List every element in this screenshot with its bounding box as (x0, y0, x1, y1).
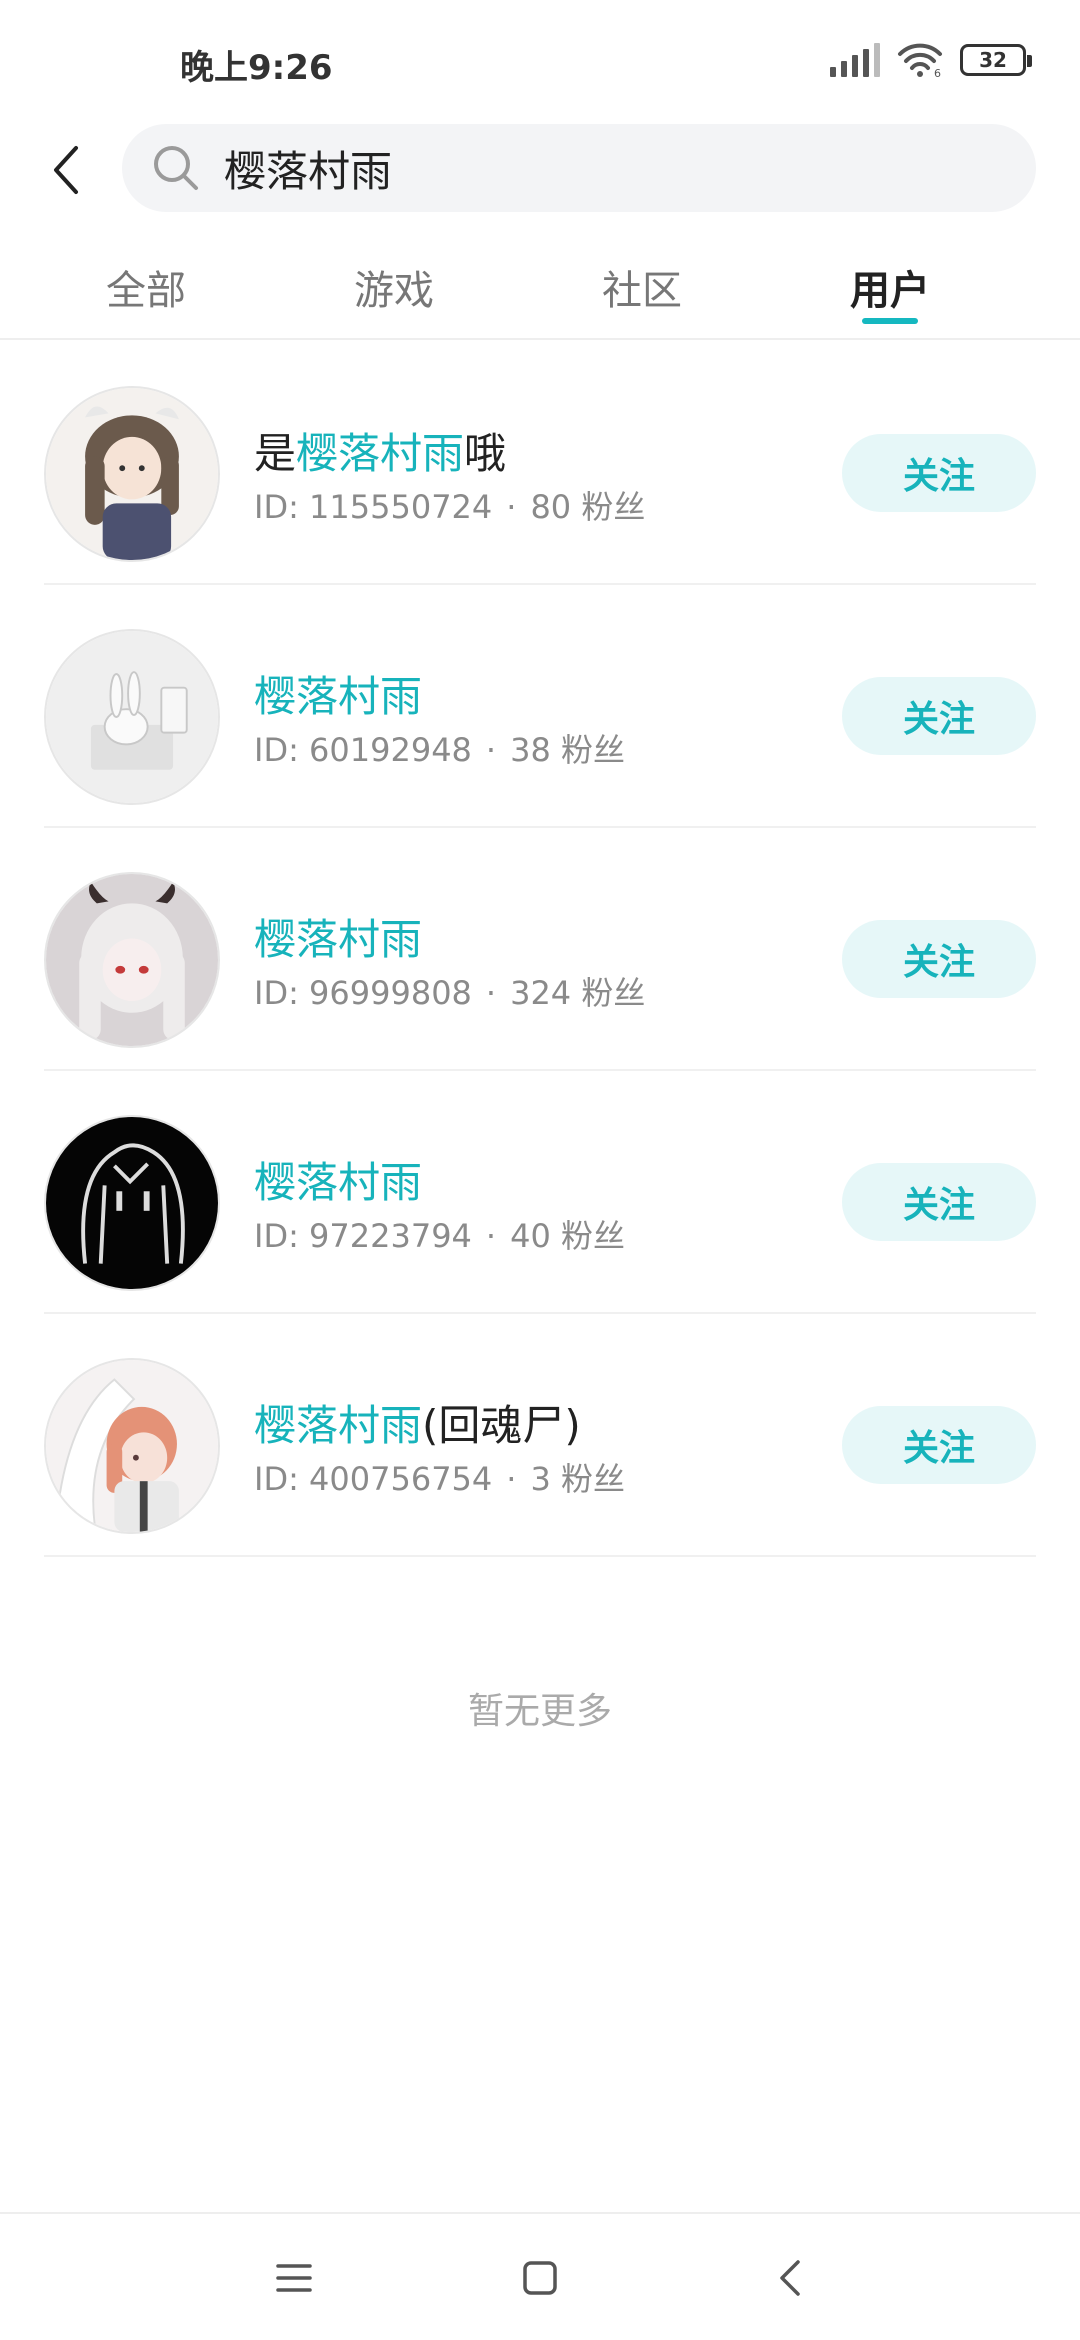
follow-button[interactable]: 关注 (842, 920, 1036, 998)
user-name[interactable]: 樱落村雨 (254, 663, 422, 724)
status-time: 晚上9:26 (180, 48, 333, 88)
user-meta: ID: 60192948 · 38 粉丝 (254, 731, 625, 769)
avatar[interactable] (44, 629, 220, 805)
user-meta: ID: 115550724 · 80 粉丝 (254, 488, 646, 526)
tab-bar: 全部 游戏 社区 用户 (0, 240, 1080, 340)
home-button[interactable] (504, 2242, 576, 2314)
user-name[interactable]: 樱落村雨 (254, 906, 422, 967)
follow-button[interactable]: 关注 (842, 1163, 1036, 1241)
user-row[interactable]: 樱落村雨(回魂尸) ID: 400756754 · 3 粉丝 关注 (44, 1314, 1036, 1557)
avatar[interactable] (44, 872, 220, 1048)
follow-button[interactable]: 关注 (842, 434, 1036, 512)
tab-all[interactable]: 全部 (66, 240, 226, 338)
follow-button[interactable]: 关注 (842, 677, 1036, 755)
user-row[interactable]: 樱落村雨 ID: 96999808 · 324 粉丝 关注 (44, 828, 1036, 1071)
home-square-icon (523, 2261, 557, 2295)
search-icon (154, 146, 198, 190)
search-input[interactable]: 樱落村雨 (122, 124, 1036, 212)
wifi-badge: 6 (934, 67, 941, 78)
signal-icon (830, 43, 880, 77)
user-row[interactable]: 是樱落村雨哦 ID: 115550724 · 80 粉丝 关注 (44, 342, 1036, 585)
avatar[interactable] (44, 386, 220, 562)
user-name[interactable]: 樱落村雨(回魂尸) (254, 1392, 581, 1453)
user-meta: ID: 96999808 · 324 粉丝 (254, 974, 646, 1012)
tab-games[interactable]: 游戏 (314, 240, 474, 338)
user-meta: ID: 97223794 · 40 粉丝 (254, 1217, 625, 1255)
battery-level: 32 (979, 48, 1007, 72)
chevron-left-icon (54, 146, 78, 194)
user-name[interactable]: 樱落村雨 (254, 1149, 422, 1210)
system-nav-bar (0, 2212, 1080, 2340)
back-triangle-icon (780, 2260, 800, 2296)
menu-button[interactable] (258, 2242, 330, 2314)
user-meta: ID: 400756754 · 3 粉丝 (254, 1460, 625, 1498)
back-button[interactable] (30, 134, 102, 206)
user-list: 是樱落村雨哦 ID: 115550724 · 80 粉丝 关注 樱落村雨 ID: 6… (0, 342, 1080, 1557)
avatar[interactable] (44, 1115, 220, 1291)
user-row[interactable]: 樱落村雨 ID: 60192948 · 38 粉丝 关注 (44, 585, 1036, 828)
tab-community[interactable]: 社区 (562, 240, 722, 338)
avatar[interactable] (44, 1358, 220, 1534)
user-name[interactable]: 是樱落村雨哦 (254, 420, 506, 481)
battery-icon: 32 (960, 44, 1032, 76)
status-icons: 6 32 (830, 42, 1032, 78)
user-row[interactable]: 樱落村雨 ID: 97223794 · 40 粉丝 关注 (44, 1071, 1036, 1314)
tab-users[interactable]: 用户 (810, 240, 970, 338)
no-more-text: 暂无更多 (467, 1691, 612, 1732)
status-bar: 晚上9:26 6 32 (0, 0, 1080, 120)
wifi-icon: 6 (898, 43, 942, 78)
search-query: 樱落村雨 (224, 146, 393, 196)
menu-icon (276, 2264, 312, 2292)
tab-active-indicator (862, 318, 918, 324)
follow-button[interactable]: 关注 (842, 1406, 1036, 1484)
nav-back-button[interactable] (754, 2242, 826, 2314)
search-header: 樱落村雨 (0, 120, 1080, 220)
